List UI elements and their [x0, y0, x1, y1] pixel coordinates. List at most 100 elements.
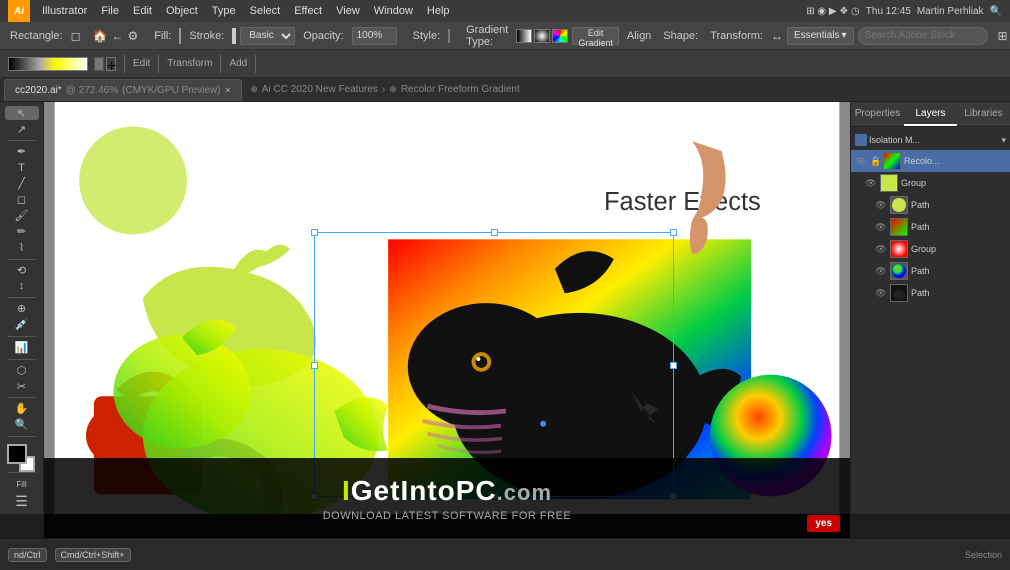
layer-item-6[interactable]: 👁 Group [851, 238, 1010, 260]
menu-view[interactable]: View [330, 3, 366, 19]
layer-lock-icon[interactable]: 🔒 [870, 156, 880, 167]
select-tool[interactable]: ↖ [5, 106, 39, 120]
gradient-stop-btn[interactable] [94, 57, 104, 71]
paintbrush-tool[interactable]: 🖌 [5, 209, 39, 223]
watermark-subtitle: Download Latest Software for Free [323, 510, 572, 522]
direct-select-tool[interactable]: ↗ [5, 122, 39, 136]
back-btn[interactable]: ← [112, 25, 124, 47]
layer-thumb-5 [890, 218, 908, 236]
tool-sep-7 [8, 436, 36, 437]
sec-sep-4 [255, 55, 256, 73]
rect-tool[interactable]: ◻ [5, 193, 39, 207]
zoom-tool[interactable]: 🔍 [5, 418, 39, 432]
style-dropdown[interactable]: Basic [240, 27, 295, 45]
rectangle-tool-btn[interactable]: ◻ [71, 25, 81, 47]
shortcut-key-1: nd/Ctrl [8, 548, 47, 562]
right-panel: Properties Layers Libraries Isolation M.… [850, 102, 1010, 514]
layer-item-8[interactable]: 👁 Path [851, 282, 1010, 304]
user-name: Martin Perhliak [917, 6, 984, 17]
menu-edit[interactable]: Edit [127, 3, 158, 19]
layer-visibility-icon[interactable]: 👁 [855, 156, 867, 167]
fill-label: Fill: [150, 30, 175, 42]
stock-search-input[interactable] [858, 27, 988, 45]
gradient-bar[interactable] [8, 57, 88, 71]
menu-file[interactable]: File [95, 3, 125, 19]
layer-eye-4[interactable]: 👁 [875, 200, 887, 211]
type-tool[interactable]: T [5, 161, 39, 175]
gradient-freeform-icon[interactable] [552, 29, 568, 43]
menu-type[interactable]: Type [206, 3, 242, 19]
layer-name-5: Path [911, 222, 1006, 232]
slice-tool[interactable]: ✂ [5, 379, 39, 393]
home-btn[interactable]: 🏠 [93, 25, 108, 47]
gradient-linear-icon[interactable] [516, 29, 532, 43]
pencil-tool[interactable]: ✏ [5, 225, 39, 239]
layer-expand-icon[interactable]: ▾ [1001, 135, 1006, 146]
breadcrumb-item-1[interactable]: Ai CC 2020 New Features [262, 84, 378, 95]
foreground-swatch[interactable] [7, 444, 27, 464]
menu-window[interactable]: Window [368, 3, 419, 19]
tab-libraries[interactable]: Libraries [957, 102, 1010, 126]
rotate-tool[interactable]: ⟲ [5, 263, 39, 277]
transform-label: Transform: [706, 30, 767, 42]
settings-btn[interactable]: ⚙ [128, 25, 139, 47]
gradient-add-btn[interactable]: + [106, 57, 116, 71]
layer-eye-6[interactable]: 👁 [875, 244, 887, 255]
hand-tool[interactable]: ✋ [5, 402, 39, 416]
line-tool[interactable]: ╱ [5, 177, 39, 191]
blend-tool[interactable]: ⊕ [5, 302, 39, 316]
layer-eye-7[interactable]: 👁 [875, 266, 887, 277]
tab-properties[interactable]: Properties [851, 102, 904, 126]
pen-tool[interactable]: ✒ [5, 145, 39, 159]
essentials-btn[interactable]: Essentials ▾ [787, 27, 854, 45]
menu-bar: Ai Illustrator File Edit Object Type Sel… [0, 0, 1010, 22]
chevron-down-icon: ▾ [842, 30, 847, 41]
layer-eye-5[interactable]: 👁 [875, 222, 887, 233]
sec-sep-3 [220, 55, 221, 73]
menu-object[interactable]: Object [160, 3, 204, 19]
stroke-swatch[interactable] [232, 28, 236, 44]
edit-gradient-btn[interactable]: Edit Gradient [572, 27, 619, 45]
panel-toggle-btn[interactable]: ⊞ [992, 25, 1010, 47]
menu-select[interactable]: Select [244, 3, 287, 19]
search-icon[interactable]: 🔍 [990, 6, 1002, 17]
layer-control-label: Isolation M... [869, 135, 999, 145]
fill-swatch[interactable] [179, 28, 181, 44]
tab-close-btn[interactable]: ✕ [225, 86, 232, 95]
opacity-input[interactable] [352, 27, 397, 45]
style-preview[interactable] [448, 29, 450, 43]
layer-item-3[interactable]: 👁 Group [851, 172, 1010, 194]
sec-sep-2 [158, 55, 159, 73]
tool-sep-3 [8, 297, 36, 298]
layer-item-4[interactable]: 👁 Path [851, 194, 1010, 216]
menu-help[interactable]: Help [421, 3, 456, 19]
layer-item-7[interactable]: 👁 Path [851, 260, 1010, 282]
screen-mode-btn[interactable]: ☰ [5, 493, 39, 510]
canvas-area[interactable]: Faster Effects [44, 102, 850, 514]
eyedropper-tool[interactable]: 💉 [5, 318, 39, 332]
layer-item-5[interactable]: 👁 Path [851, 216, 1010, 238]
document-tab[interactable]: cc2020.ai* @ 272.46% (CMYK/GPU Preview) … [4, 79, 242, 101]
menu-illustrator[interactable]: Illustrator [36, 3, 93, 19]
tab-layers[interactable]: Layers [904, 102, 957, 126]
scale-tool[interactable]: ↕ [5, 279, 39, 293]
svg-text:Faster Effects: Faster Effects [604, 188, 761, 216]
layer-item-recolor[interactable]: 👁 🔒 Recolo... [851, 150, 1010, 172]
transform-icon[interactable]: ↔ [771, 25, 783, 47]
graph-tool[interactable]: 📊 [5, 341, 39, 355]
gradient-type-icons [516, 29, 568, 43]
layers-controls: Isolation M... ▾ [851, 131, 1010, 150]
layer-eye-3[interactable]: 👁 [865, 178, 877, 189]
layer-eye-8[interactable]: 👁 [875, 288, 887, 299]
menu-effect[interactable]: Effect [288, 3, 328, 19]
artboard-tool[interactable]: ⬡ [5, 363, 39, 377]
breadcrumb-icon-2: ⊕ [389, 84, 397, 95]
main-toolbar: Rectangle: ◻ 🏠 ← ⚙ Fill: Stroke: Basic O… [0, 22, 1010, 50]
shaper-tool[interactable]: ⌇ [5, 241, 39, 255]
tab-colormode: (CMYK/GPU Preview) [122, 85, 220, 96]
fill-mode-btn[interactable]: Fill [5, 477, 39, 491]
gradient-radial-icon[interactable] [534, 29, 550, 43]
layer-color-indicator [855, 134, 867, 146]
breadcrumb-item-2[interactable]: Recolor Freeform Gradient [401, 84, 520, 95]
layer-thumb-3 [880, 174, 898, 192]
